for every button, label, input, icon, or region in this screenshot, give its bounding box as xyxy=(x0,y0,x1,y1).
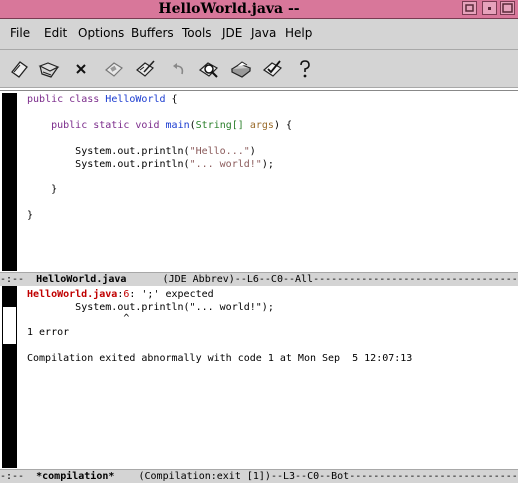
error-caret: ^ xyxy=(123,313,130,324)
help-icon[interactable] xyxy=(294,58,316,80)
save-icon[interactable] xyxy=(103,58,125,80)
menu-edit[interactable]: Edit xyxy=(44,26,67,40)
menu-file[interactable]: File xyxy=(10,26,30,40)
modeline-editor[interactable]: -:-- HelloWorld.java (JDE Abbrev)--L6--C… xyxy=(0,272,518,286)
menu-java[interactable]: Java xyxy=(251,26,276,40)
search-icon[interactable] xyxy=(198,58,220,80)
window-title: HelloWorld.java -- xyxy=(158,1,300,17)
minimize-icon[interactable] xyxy=(482,1,497,15)
menu-options[interactable]: Options xyxy=(78,26,124,40)
compilation-scrollbar-top xyxy=(2,286,17,307)
emacs-window: HelloWorld.java -- File Edit Options Buf… xyxy=(0,0,518,495)
menu-jde[interactable]: JDE xyxy=(222,26,242,40)
compilation-scrollbar-bottom xyxy=(2,344,17,468)
title-bar[interactable]: HelloWorld.java -- xyxy=(0,0,518,19)
open-directory-icon[interactable] xyxy=(38,58,60,80)
code-line-1: public class HelloWorld { xyxy=(27,94,178,105)
menu-help[interactable]: Help xyxy=(285,26,312,40)
toolbar xyxy=(0,50,518,88)
code-line-6: System.out.println("... world!"); xyxy=(75,159,274,170)
compilation-pane[interactable]: HelloWorld.java:6: ';' expected System.o… xyxy=(0,286,518,470)
code-line-3: public static void main(String[] args) { xyxy=(51,120,293,131)
menu-icon[interactable] xyxy=(462,1,477,15)
code-line-8: } xyxy=(51,184,58,195)
maximize-icon[interactable] xyxy=(500,1,515,15)
modeline-buffer-name: HelloWorld.java xyxy=(36,274,127,285)
modeline-compilation[interactable]: -:-- *compilation* (Compilation:exit [1]… xyxy=(0,469,518,483)
close-icon[interactable] xyxy=(70,58,92,80)
compilation-scrollbar-thumb[interactable] xyxy=(2,307,17,344)
save-as-icon[interactable] xyxy=(134,58,156,80)
compilation-exit-message: Compilation exited abnormally with code … xyxy=(27,353,413,364)
print-icon[interactable] xyxy=(230,58,252,80)
menu-bar: File Edit Options Buffers Tools JDE Java… xyxy=(0,19,518,50)
error-line[interactable]: HelloWorld.java:6: ';' expected xyxy=(27,288,214,301)
minibuffer[interactable] xyxy=(0,484,518,495)
open-file-icon[interactable] xyxy=(8,58,30,80)
editor-scrollbar[interactable] xyxy=(2,93,17,271)
undo-icon[interactable] xyxy=(168,58,190,80)
code-line-5: System.out.println("Hello...") xyxy=(75,146,256,157)
menu-tools[interactable]: Tools xyxy=(182,26,212,40)
error-summary: 1 error xyxy=(27,327,70,338)
modeline-compilation-buffer-name: *compilation* xyxy=(36,471,115,482)
editor-pane[interactable]: public class HelloWorld { public static … xyxy=(0,90,518,273)
menu-buffers[interactable]: Buffers xyxy=(131,26,174,40)
compile-icon[interactable] xyxy=(262,58,284,80)
code-line-10: } xyxy=(27,210,34,221)
